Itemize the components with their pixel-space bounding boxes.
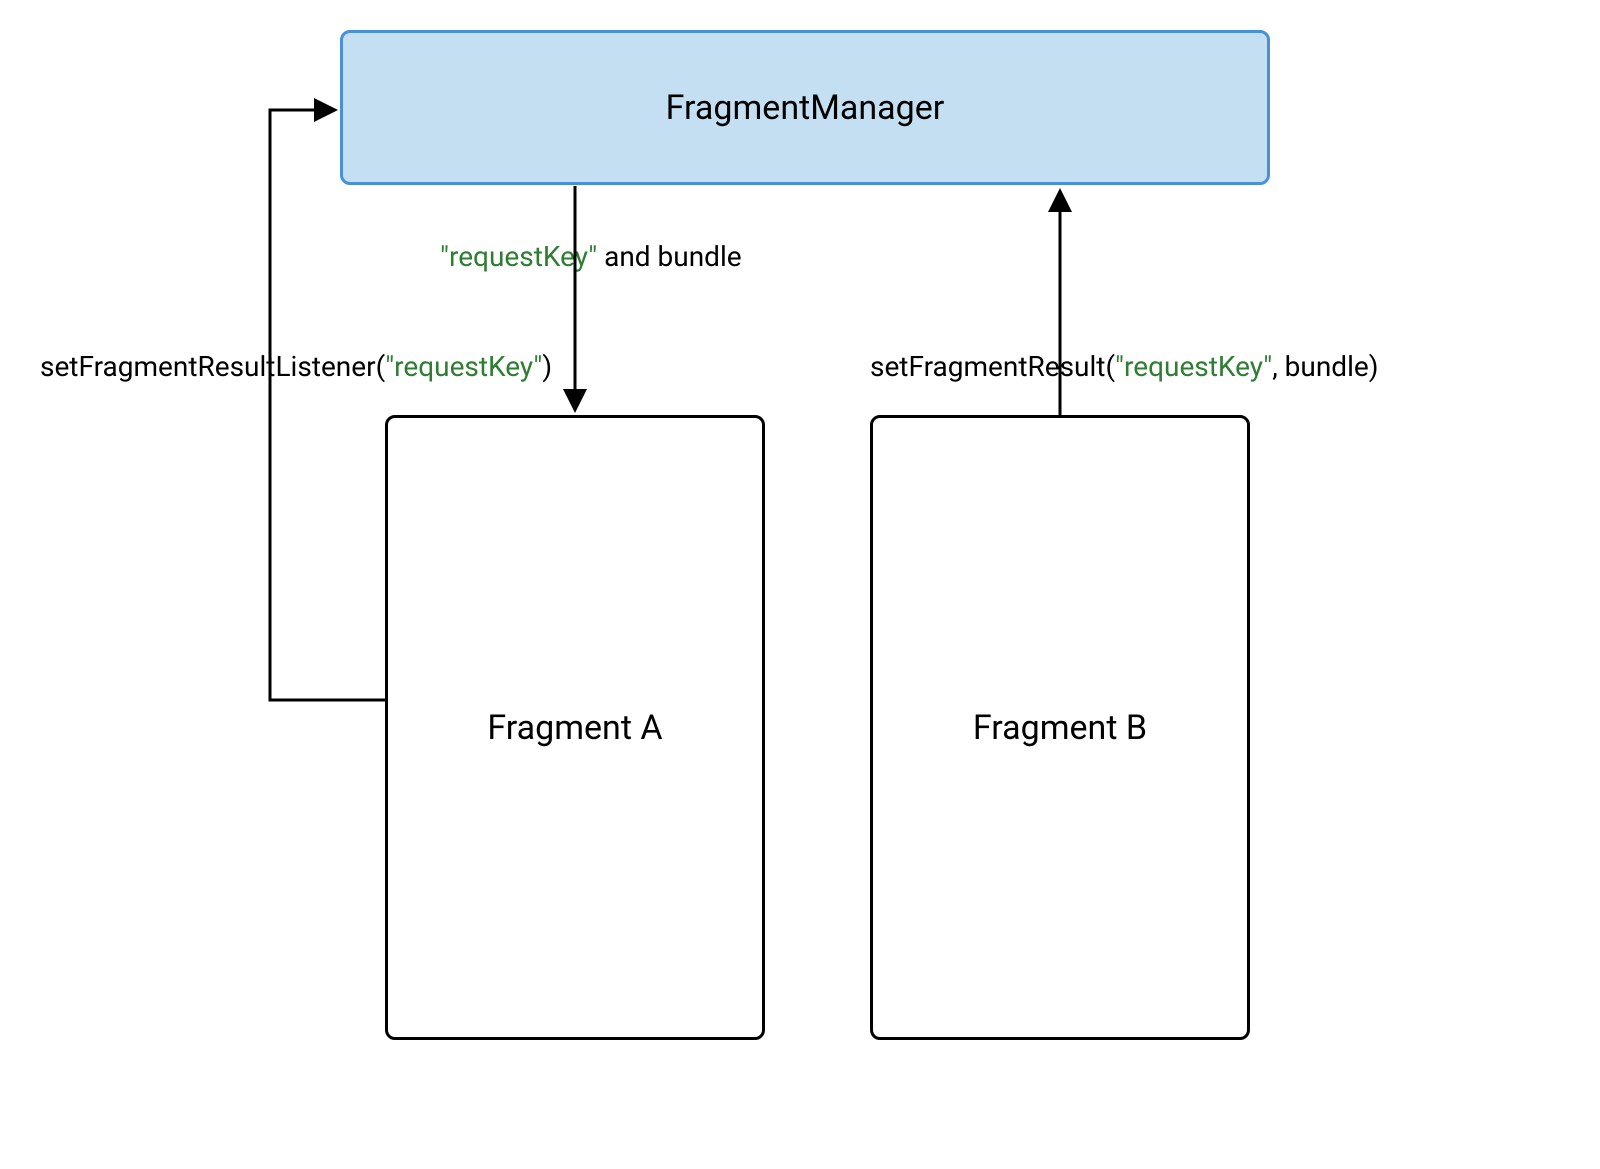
label-deliver-key: "requestKey" — [440, 240, 597, 273]
label-deliver-suffix: and bundle — [597, 240, 741, 273]
box-fragment-manager-label: FragmentManager — [666, 88, 945, 128]
box-fragment-a-label: Fragment A — [487, 708, 662, 748]
label-set-result-prefix: setFragmentResult( — [870, 350, 1115, 383]
label-set-listener-key: "requestKey" — [385, 350, 542, 383]
label-deliver: "requestKey" and bundle — [440, 240, 742, 273]
label-set-listener-suffix: ) — [542, 350, 552, 383]
label-set-result: setFragmentResult("requestKey", bundle) — [870, 350, 1379, 383]
label-set-result-key: "requestKey" — [1115, 350, 1272, 383]
label-set-result-suffix: , bundle) — [1272, 350, 1378, 383]
diagram-stage: FragmentManager Fragment A Fragment B se… — [0, 0, 1600, 1169]
box-fragment-a: Fragment A — [385, 415, 765, 1040]
label-set-listener-prefix: setFragmentResultListener( — [40, 350, 385, 383]
arrow-listener — [270, 110, 385, 700]
box-fragment-b: Fragment B — [870, 415, 1250, 1040]
box-fragment-b-label: Fragment B — [973, 708, 1147, 748]
box-fragment-manager: FragmentManager — [340, 30, 1270, 185]
label-set-listener: setFragmentResultListener("requestKey") — [40, 350, 552, 383]
